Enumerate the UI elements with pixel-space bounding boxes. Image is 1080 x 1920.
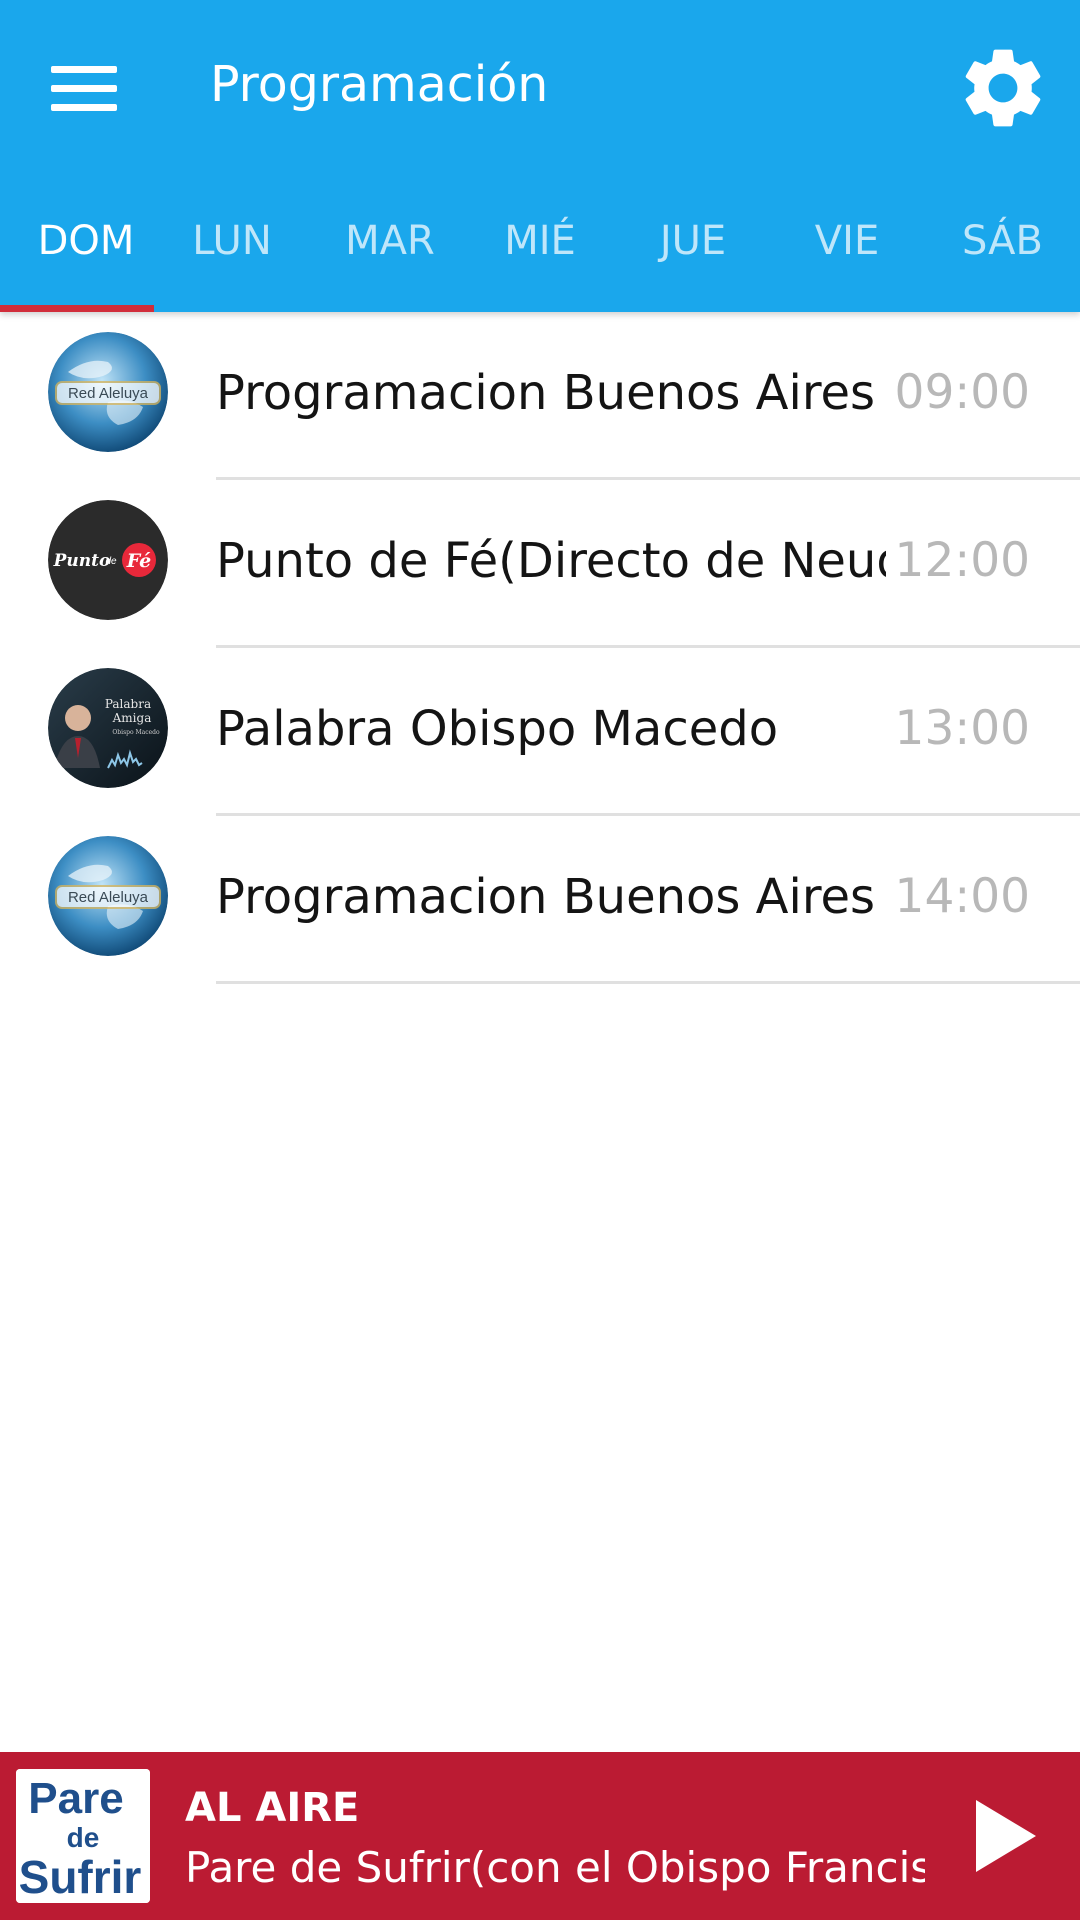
svg-text:de: de [105, 556, 117, 567]
svg-text:de: de [67, 1822, 100, 1853]
hamburger-menu-icon[interactable] [40, 54, 128, 122]
program-time: 12:00 [894, 533, 1030, 588]
program-time: 09:00 [894, 365, 1030, 420]
svg-text:Amiga: Amiga [112, 711, 152, 725]
page-title: Programación [210, 56, 549, 113]
punto-de-fe-logo: Punto de Fé [48, 500, 168, 620]
gear-icon[interactable] [955, 40, 1051, 136]
svg-text:Red Aleluya: Red Aleluya [68, 889, 149, 906]
schedule-list: Red Aleluya Programacion Buenos Aires 09… [0, 312, 1080, 984]
svg-text:Palabra: Palabra [105, 697, 151, 711]
menu-line [51, 104, 117, 111]
svg-text:Pare: Pare [28, 1774, 123, 1823]
list-item[interactable]: Red Aleluya Programacion Buenos Aires 09… [0, 312, 1080, 480]
svg-text:Sufrir: Sufrir [19, 1851, 142, 1903]
list-item[interactable]: Red Aleluya Programacion Buenos Aires 14… [0, 816, 1080, 984]
pare-de-sufrir-logo: Pare de Sufrir [16, 1769, 150, 1903]
red-aleluya-logo: Red Aleluya [48, 332, 168, 452]
list-item[interactable]: Palabra Amiga Obispo Macedo Palabra Obis… [0, 648, 1080, 816]
tab-mar[interactable]: MAR [330, 200, 450, 312]
day-tabs: DOM LUN MAR MIÉ JUE VIE SÁB [0, 200, 1080, 312]
now-playing-title: Pare de Sufrir(con el Obispo Francis... [185, 1843, 925, 1892]
red-aleluya-logo: Red Aleluya [48, 836, 168, 956]
program-time: 13:00 [894, 701, 1030, 756]
palabra-amiga-logo: Palabra Amiga Obispo Macedo [48, 668, 168, 788]
program-time: 14:00 [894, 869, 1030, 924]
svg-text:Fé: Fé [126, 550, 152, 572]
tab-vie[interactable]: VIE [787, 200, 907, 312]
play-icon[interactable] [960, 1792, 1048, 1880]
menu-line [51, 85, 117, 92]
tab-mie[interactable]: MIÉ [480, 200, 600, 312]
tab-jue[interactable]: JUE [633, 200, 753, 312]
active-tab-indicator [0, 305, 154, 312]
program-title: Punto de Fé(Directo de Neuquén) [216, 533, 886, 589]
tab-dom[interactable]: DOM [0, 200, 172, 312]
on-air-label: AL AIRE [185, 1785, 360, 1831]
menu-line [51, 66, 117, 73]
program-title: Palabra Obispo Macedo [216, 701, 779, 757]
list-item[interactable]: Punto de Fé Punto de Fé(Directo de Neuqu… [0, 480, 1080, 648]
program-title: Programacion Buenos Aires [216, 869, 876, 925]
divider [216, 981, 1080, 984]
svg-text:Punto: Punto [53, 551, 111, 571]
tab-sab[interactable]: SÁB [940, 200, 1065, 312]
tab-lun[interactable]: LUN [172, 200, 292, 312]
svg-text:Red Aleluya: Red Aleluya [68, 385, 149, 402]
app-bar: Programación DOM LUN MAR MIÉ JUE VIE SÁB [0, 0, 1080, 312]
program-title: Programacion Buenos Aires [216, 365, 876, 421]
svg-text:Obispo Macedo: Obispo Macedo [112, 729, 160, 736]
now-playing-bar[interactable]: Pare de Sufrir AL AIRE Pare de Sufrir(co… [0, 1752, 1080, 1920]
